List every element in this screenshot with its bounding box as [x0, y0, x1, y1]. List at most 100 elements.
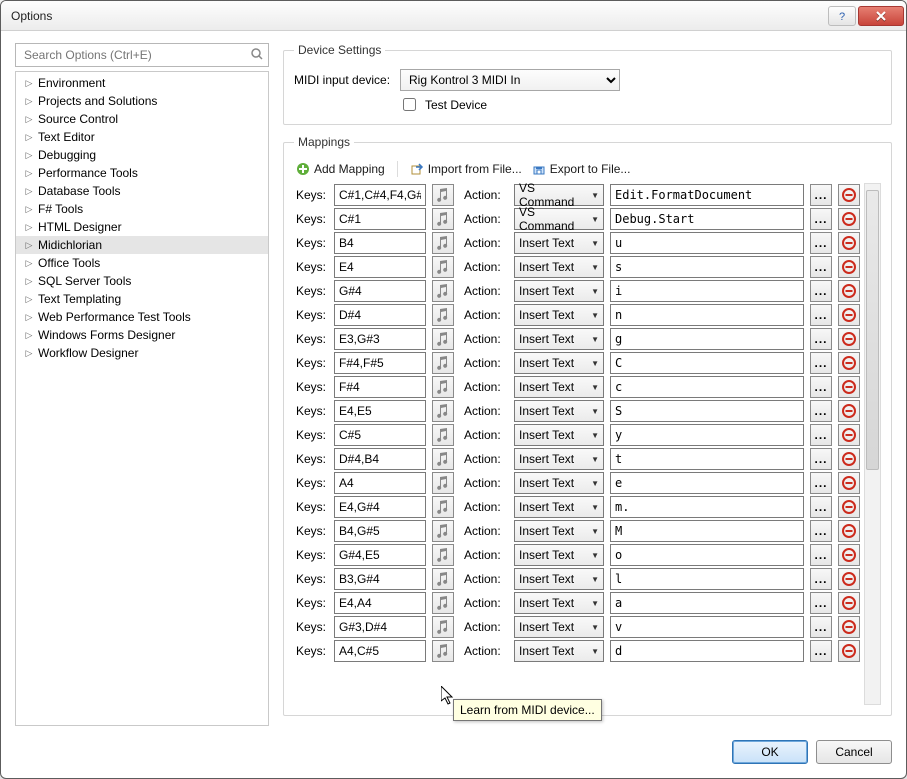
- keys-input[interactable]: [334, 400, 426, 422]
- action-value-input[interactable]: [610, 520, 804, 542]
- learn-from-midi-button[interactable]: [432, 208, 454, 230]
- browse-button[interactable]: ...: [810, 400, 832, 422]
- learn-from-midi-button[interactable]: [432, 616, 454, 638]
- expand-icon[interactable]: ▷: [24, 240, 34, 251]
- tree-node[interactable]: ▷Database Tools: [16, 182, 268, 200]
- keys-input[interactable]: [334, 544, 426, 566]
- delete-mapping-button[interactable]: [838, 520, 860, 542]
- delete-mapping-button[interactable]: [838, 208, 860, 230]
- delete-mapping-button[interactable]: [838, 568, 860, 590]
- action-value-input[interactable]: [610, 496, 804, 518]
- browse-button[interactable]: ...: [810, 640, 832, 662]
- learn-from-midi-button[interactable]: [432, 640, 454, 662]
- learn-from-midi-button[interactable]: [432, 424, 454, 446]
- keys-input[interactable]: [334, 640, 426, 662]
- tree-node[interactable]: ▷SQL Server Tools: [16, 272, 268, 290]
- action-value-input[interactable]: [610, 328, 804, 350]
- add-mapping-button[interactable]: Add Mapping: [296, 162, 385, 176]
- action-select[interactable]: Insert Text▼: [514, 448, 604, 470]
- expand-icon[interactable]: ▷: [24, 258, 34, 269]
- expand-icon[interactable]: ▷: [24, 204, 34, 215]
- action-select[interactable]: Insert Text▼: [514, 640, 604, 662]
- action-value-input[interactable]: [610, 472, 804, 494]
- keys-input[interactable]: [334, 280, 426, 302]
- learn-from-midi-button[interactable]: [432, 496, 454, 518]
- test-device-checkbox[interactable]: [403, 98, 416, 111]
- action-value-input[interactable]: [610, 232, 804, 254]
- action-select[interactable]: Insert Text▼: [514, 616, 604, 638]
- tree-node[interactable]: ▷Performance Tools: [16, 164, 268, 182]
- browse-button[interactable]: ...: [810, 208, 832, 230]
- action-value-input[interactable]: [610, 568, 804, 590]
- delete-mapping-button[interactable]: [838, 376, 860, 398]
- action-value-input[interactable]: [610, 448, 804, 470]
- tree-node[interactable]: ▷F# Tools: [16, 200, 268, 218]
- expand-icon[interactable]: ▷: [24, 348, 34, 359]
- keys-input[interactable]: [334, 184, 426, 206]
- browse-button[interactable]: ...: [810, 232, 832, 254]
- browse-button[interactable]: ...: [810, 184, 832, 206]
- browse-button[interactable]: ...: [810, 352, 832, 374]
- keys-input[interactable]: [334, 424, 426, 446]
- action-value-input[interactable]: [610, 280, 804, 302]
- browse-button[interactable]: ...: [810, 520, 832, 542]
- browse-button[interactable]: ...: [810, 472, 832, 494]
- delete-mapping-button[interactable]: [838, 640, 860, 662]
- delete-mapping-button[interactable]: [838, 472, 860, 494]
- learn-from-midi-button[interactable]: [432, 544, 454, 566]
- close-button[interactable]: [858, 6, 904, 26]
- keys-input[interactable]: [334, 208, 426, 230]
- keys-input[interactable]: [334, 232, 426, 254]
- tree-node[interactable]: ▷Environment: [16, 74, 268, 92]
- tree-node[interactable]: ▷Workflow Designer: [16, 344, 268, 362]
- keys-input[interactable]: [334, 520, 426, 542]
- learn-from-midi-button[interactable]: [432, 280, 454, 302]
- action-select[interactable]: Insert Text▼: [514, 256, 604, 278]
- tree-node[interactable]: ▷HTML Designer: [16, 218, 268, 236]
- delete-mapping-button[interactable]: [838, 232, 860, 254]
- browse-button[interactable]: ...: [810, 568, 832, 590]
- import-from-file-button[interactable]: Import from File...: [410, 162, 522, 176]
- keys-input[interactable]: [334, 616, 426, 638]
- midi-input-device-select[interactable]: Rig Kontrol 3 MIDI In: [400, 69, 620, 91]
- learn-from-midi-button[interactable]: [432, 592, 454, 614]
- learn-from-midi-button[interactable]: [432, 520, 454, 542]
- learn-from-midi-button[interactable]: [432, 232, 454, 254]
- delete-mapping-button[interactable]: [838, 304, 860, 326]
- tree-node[interactable]: ▷Text Templating: [16, 290, 268, 308]
- action-select[interactable]: Insert Text▼: [514, 352, 604, 374]
- browse-button[interactable]: ...: [810, 424, 832, 446]
- action-select[interactable]: Insert Text▼: [514, 424, 604, 446]
- tree-node[interactable]: ▷Debugging: [16, 146, 268, 164]
- action-select[interactable]: Insert Text▼: [514, 328, 604, 350]
- action-select[interactable]: Insert Text▼: [514, 304, 604, 326]
- search-box[interactable]: [15, 43, 269, 67]
- action-select[interactable]: Insert Text▼: [514, 232, 604, 254]
- expand-icon[interactable]: ▷: [24, 312, 34, 323]
- search-input[interactable]: [22, 47, 244, 63]
- action-select[interactable]: Insert Text▼: [514, 280, 604, 302]
- action-select[interactable]: Insert Text▼: [514, 592, 604, 614]
- learn-from-midi-button[interactable]: [432, 448, 454, 470]
- delete-mapping-button[interactable]: [838, 280, 860, 302]
- learn-from-midi-button[interactable]: [432, 256, 454, 278]
- expand-icon[interactable]: ▷: [24, 276, 34, 287]
- ok-button[interactable]: OK: [732, 740, 808, 764]
- browse-button[interactable]: ...: [810, 544, 832, 566]
- expand-icon[interactable]: ▷: [24, 294, 34, 305]
- action-value-input[interactable]: [610, 544, 804, 566]
- action-select[interactable]: Insert Text▼: [514, 472, 604, 494]
- action-select[interactable]: Insert Text▼: [514, 520, 604, 542]
- expand-icon[interactable]: ▷: [24, 114, 34, 125]
- learn-from-midi-button[interactable]: [432, 568, 454, 590]
- delete-mapping-button[interactable]: [838, 616, 860, 638]
- expand-icon[interactable]: ▷: [24, 78, 34, 89]
- action-value-input[interactable]: [610, 304, 804, 326]
- browse-button[interactable]: ...: [810, 256, 832, 278]
- action-select[interactable]: Insert Text▼: [514, 376, 604, 398]
- action-select[interactable]: Insert Text▼: [514, 400, 604, 422]
- delete-mapping-button[interactable]: [838, 424, 860, 446]
- delete-mapping-button[interactable]: [838, 496, 860, 518]
- browse-button[interactable]: ...: [810, 328, 832, 350]
- tree-node[interactable]: ▷Text Editor: [16, 128, 268, 146]
